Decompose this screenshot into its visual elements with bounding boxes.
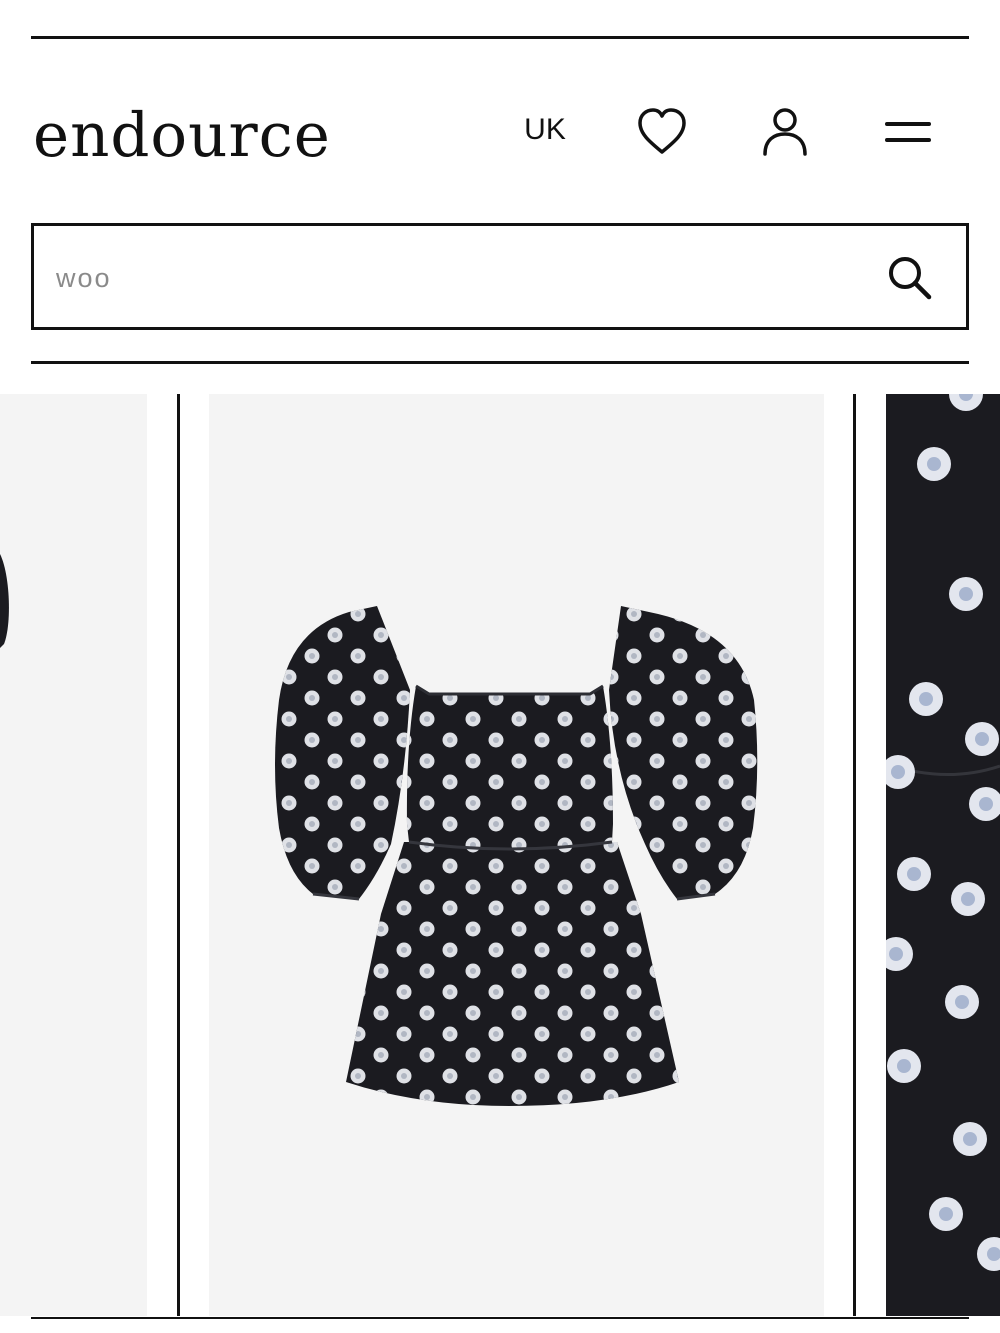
search-icon	[889, 257, 932, 300]
blouse-illustration	[275, 606, 758, 1106]
product-image	[886, 394, 1000, 1271]
search-input[interactable]	[54, 251, 838, 305]
account-button[interactable]	[757, 104, 813, 160]
product-image	[275, 606, 758, 1106]
region-selector[interactable]: UK	[516, 110, 574, 150]
next-product-image[interactable]	[886, 394, 1000, 1316]
product-image-carousel[interactable]	[0, 394, 1000, 1316]
user-icon	[763, 108, 807, 156]
carousel-divider	[853, 394, 856, 1316]
header-bottom-divider	[31, 361, 969, 364]
menu-icon	[885, 122, 931, 142]
heart-icon	[638, 108, 686, 154]
page-bottom-divider	[31, 1317, 969, 1319]
search-bar	[31, 223, 969, 330]
product-image	[0, 554, 9, 648]
wishlist-button[interactable]	[634, 104, 690, 160]
search-button[interactable]	[882, 250, 938, 306]
menu-button[interactable]	[880, 104, 936, 160]
header-top-divider	[31, 36, 969, 39]
carousel-divider	[177, 394, 180, 1316]
current-product-image[interactable]	[209, 394, 824, 1316]
site-logo[interactable]: endource	[33, 96, 331, 176]
previous-product-image[interactable]	[0, 394, 147, 1316]
